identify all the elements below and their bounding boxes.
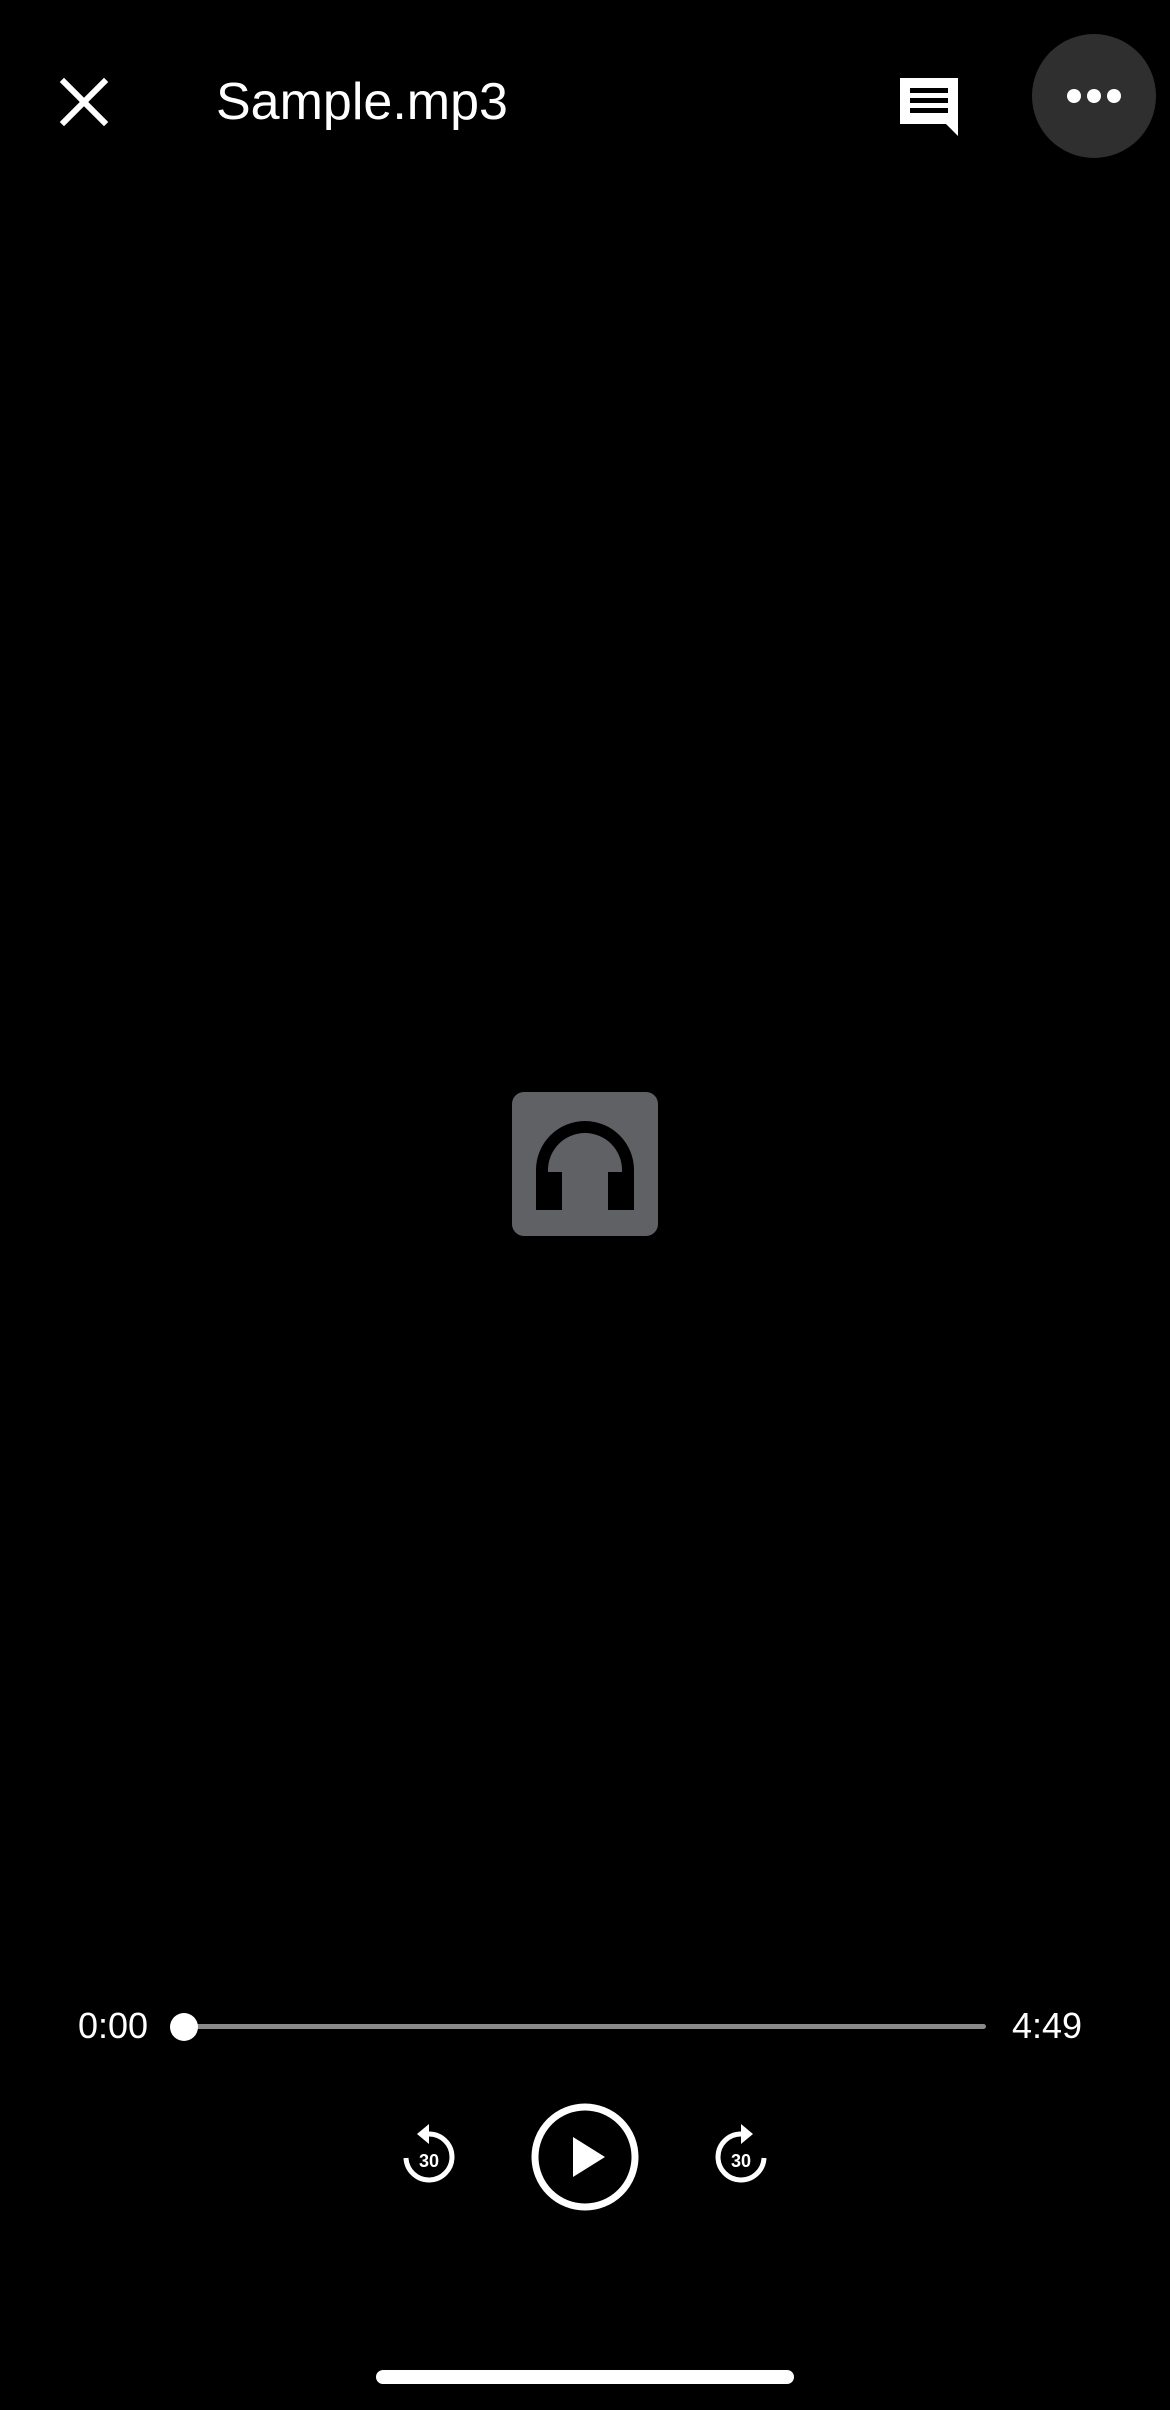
rewind-seconds-label: 30 (419, 2151, 439, 2171)
forward-seconds-label: 30 (731, 2151, 751, 2171)
file-title: Sample.mp3 (216, 73, 508, 131)
play-button[interactable] (530, 2102, 640, 2212)
total-time: 4:49 (1012, 2005, 1083, 2046)
rewind-30-button[interactable]: 30 (388, 2114, 470, 2196)
play-circle-icon (531, 2103, 639, 2211)
playback-progress: 0:00 4:49 (0, 1984, 1170, 2068)
playback-controls: 30 30 (0, 2094, 1170, 2224)
forward-30-icon: 30 (715, 2124, 767, 2183)
replay-30-icon: 30 (403, 2124, 455, 2183)
audio-artwork (512, 1092, 658, 1236)
forward-30-button[interactable]: 30 (700, 2114, 782, 2196)
close-icon (59, 77, 109, 127)
comment-icon (900, 78, 958, 136)
close-button[interactable] (44, 62, 124, 142)
seek-bar[interactable] (170, 2013, 986, 2041)
headphones-icon (512, 1092, 658, 1236)
comments-button[interactable] (886, 62, 972, 148)
top-app-bar: Sample.mp3 (0, 0, 1170, 210)
more-horizontal-icon (1067, 89, 1121, 103)
current-time: 0:00 (78, 2005, 149, 2046)
home-indicator[interactable] (376, 2370, 794, 2384)
more-options-button[interactable] (1032, 34, 1156, 158)
seek-bar-thumb[interactable] (170, 2013, 198, 2041)
